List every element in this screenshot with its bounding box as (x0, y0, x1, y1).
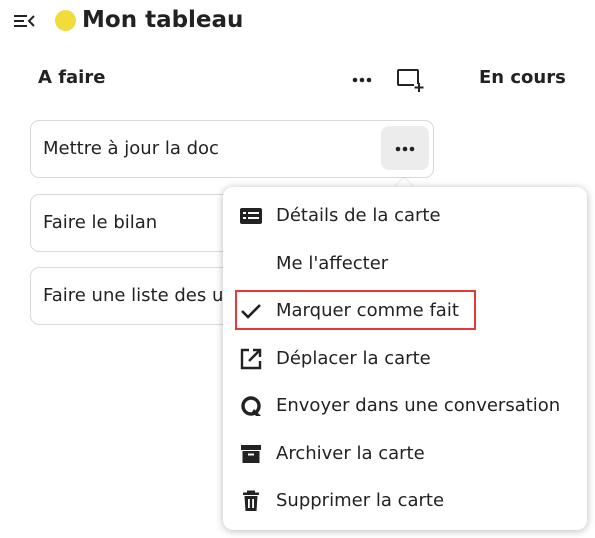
card-title: Faire le bilan (43, 212, 158, 233)
menu-item-label: Déplacer la carte (276, 348, 431, 369)
card-title: Faire une liste des u (43, 285, 224, 306)
menu-item-label: Détails de la carte (276, 205, 441, 226)
menu-item-delete-card[interactable]: Supprimer la carte (223, 479, 587, 523)
menu-item-card-details[interactable]: Détails de la carte (223, 194, 587, 238)
trash-icon (239, 489, 263, 513)
menu-item-move-card[interactable]: Déplacer la carte (223, 337, 587, 381)
more-horizontal-icon[interactable] (346, 66, 378, 92)
menu-item-label: Supprimer la carte (276, 490, 445, 511)
card-details-icon (239, 204, 263, 228)
menu-item-send-to-conversation[interactable]: Envoyer dans une conversation (223, 384, 587, 428)
menu-item-label: Envoyer dans une conversation (276, 395, 561, 416)
menu-item-assign-to-me[interactable]: Me l'affecter (223, 242, 587, 286)
highlight-outline (235, 290, 476, 330)
card[interactable]: Mettre à jour la doc (30, 120, 434, 178)
talk-icon (239, 394, 263, 418)
menu-collapse-icon[interactable] (12, 10, 38, 32)
card-title: Mettre à jour la doc (43, 138, 219, 159)
more-horizontal-icon (395, 146, 415, 152)
add-card-icon[interactable] (393, 64, 427, 94)
open-external-icon (239, 347, 263, 371)
board-title: Mon tableau (82, 7, 244, 33)
menu-item-archive-card[interactable]: Archiver la carte (223, 432, 587, 476)
archive-icon (239, 442, 263, 466)
column-title-a-faire: A faire (38, 67, 106, 88)
card-actions-menu: Détails de la carte Me l'affecter Marque… (223, 187, 587, 530)
column-title-en-cours: En cours (479, 67, 566, 88)
menu-item-label: Me l'affecter (276, 253, 389, 274)
board-color-dot (55, 10, 76, 31)
card-menu-button[interactable] (381, 126, 429, 170)
menu-item-label: Archiver la carte (276, 443, 425, 464)
